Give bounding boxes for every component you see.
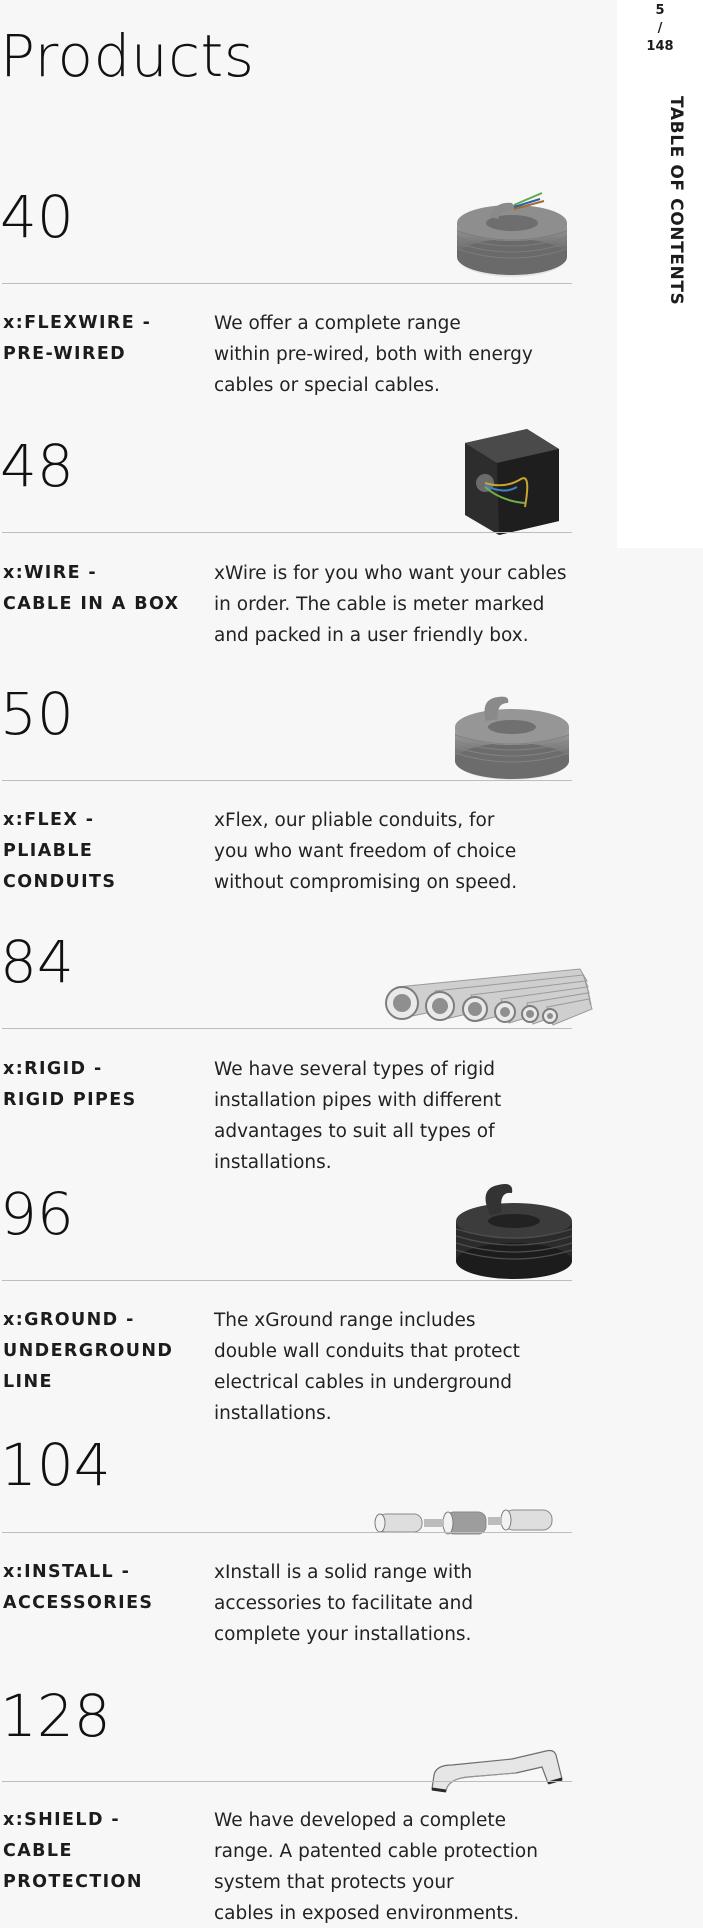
page-number: 40: [0, 183, 74, 251]
category-title: x:GROUND - UNDERGROUND LINE: [3, 1310, 174, 1392]
toc-entry[interactable]: 96 x:GROUND - UNDERGROUND LINE The xGrou…: [0, 1179, 600, 1429]
divider: [2, 1028, 572, 1029]
category-description: xInstall is a solid range with accessori…: [214, 1562, 474, 1645]
page-number: 50: [0, 680, 74, 748]
couplings-image: [374, 1509, 553, 1535]
rigid-pipes-image: [385, 968, 593, 1026]
toc-entry[interactable]: 128 x:SHIELD - CABLE PROTECTION We have …: [0, 1681, 600, 1928]
black-conduit-coil-image: [455, 1184, 573, 1279]
cable-protector-image: [431, 1749, 563, 1793]
category-description: We offer a complete range within pre-wir…: [214, 313, 533, 396]
toc-entry[interactable]: 84 x:RIGID - RIGID PIPES We have several…: [0, 927, 600, 1177]
category-title: x:SHIELD - CABLE PROTECTION: [3, 1810, 143, 1892]
sidebar-panel: [617, 0, 703, 548]
cable-box-image: [465, 429, 559, 535]
page-number: 48: [0, 432, 74, 500]
toc-entry[interactable]: 40 x:FLEXWIRE - PRE-WIRED We offer a com…: [0, 182, 600, 432]
category-description: We have several types of rigid installat…: [214, 1059, 502, 1173]
divider: [2, 1781, 572, 1782]
toc-entry[interactable]: 104 x:INSTALL - ACCESSORIES xInstall is …: [0, 1430, 600, 1680]
category-title: x:RIGID - RIGID PIPES: [3, 1059, 137, 1110]
section-label[interactable]: TABLE OF CONTENTS: [666, 96, 686, 305]
page-number: 96: [0, 1180, 74, 1248]
divider: [2, 1280, 572, 1281]
page-number: 128: [0, 1682, 111, 1750]
page-counter: 5 / 148: [646, 3, 674, 54]
grey-conduit-coil-image: [454, 696, 570, 780]
divider: [2, 283, 572, 284]
toc-entry[interactable]: 50 x:FLEX - PLIABLE CONDUITS xFlex, our …: [0, 679, 600, 929]
divider: [2, 532, 572, 533]
category-title: x:INSTALL - ACCESSORIES: [3, 1562, 154, 1613]
category-description: We have developed a complete range. A pa…: [214, 1810, 538, 1924]
coil-with-wires-image: [456, 192, 568, 277]
page-number: 104: [0, 1431, 111, 1499]
divider: [2, 780, 572, 781]
category-title: x:FLEXWIRE - PRE-WIRED: [3, 313, 152, 364]
category-description: xFlex, our pliable conduits, for you who…: [214, 810, 518, 893]
divider: [2, 1532, 572, 1533]
category-title: x:WIRE - CABLE IN A BOX: [3, 563, 180, 614]
page-title: Products: [0, 22, 255, 90]
toc-entry[interactable]: 48 x:WIRE - CABLE IN A BOX xWire is for …: [0, 429, 600, 681]
category-description: xWire is for you who want your cables in…: [214, 563, 567, 646]
category-description: The xGround range includes double wall c…: [214, 1310, 520, 1424]
category-title: x:FLEX - PLIABLE CONDUITS: [3, 810, 117, 892]
page-number: 84: [0, 928, 74, 996]
